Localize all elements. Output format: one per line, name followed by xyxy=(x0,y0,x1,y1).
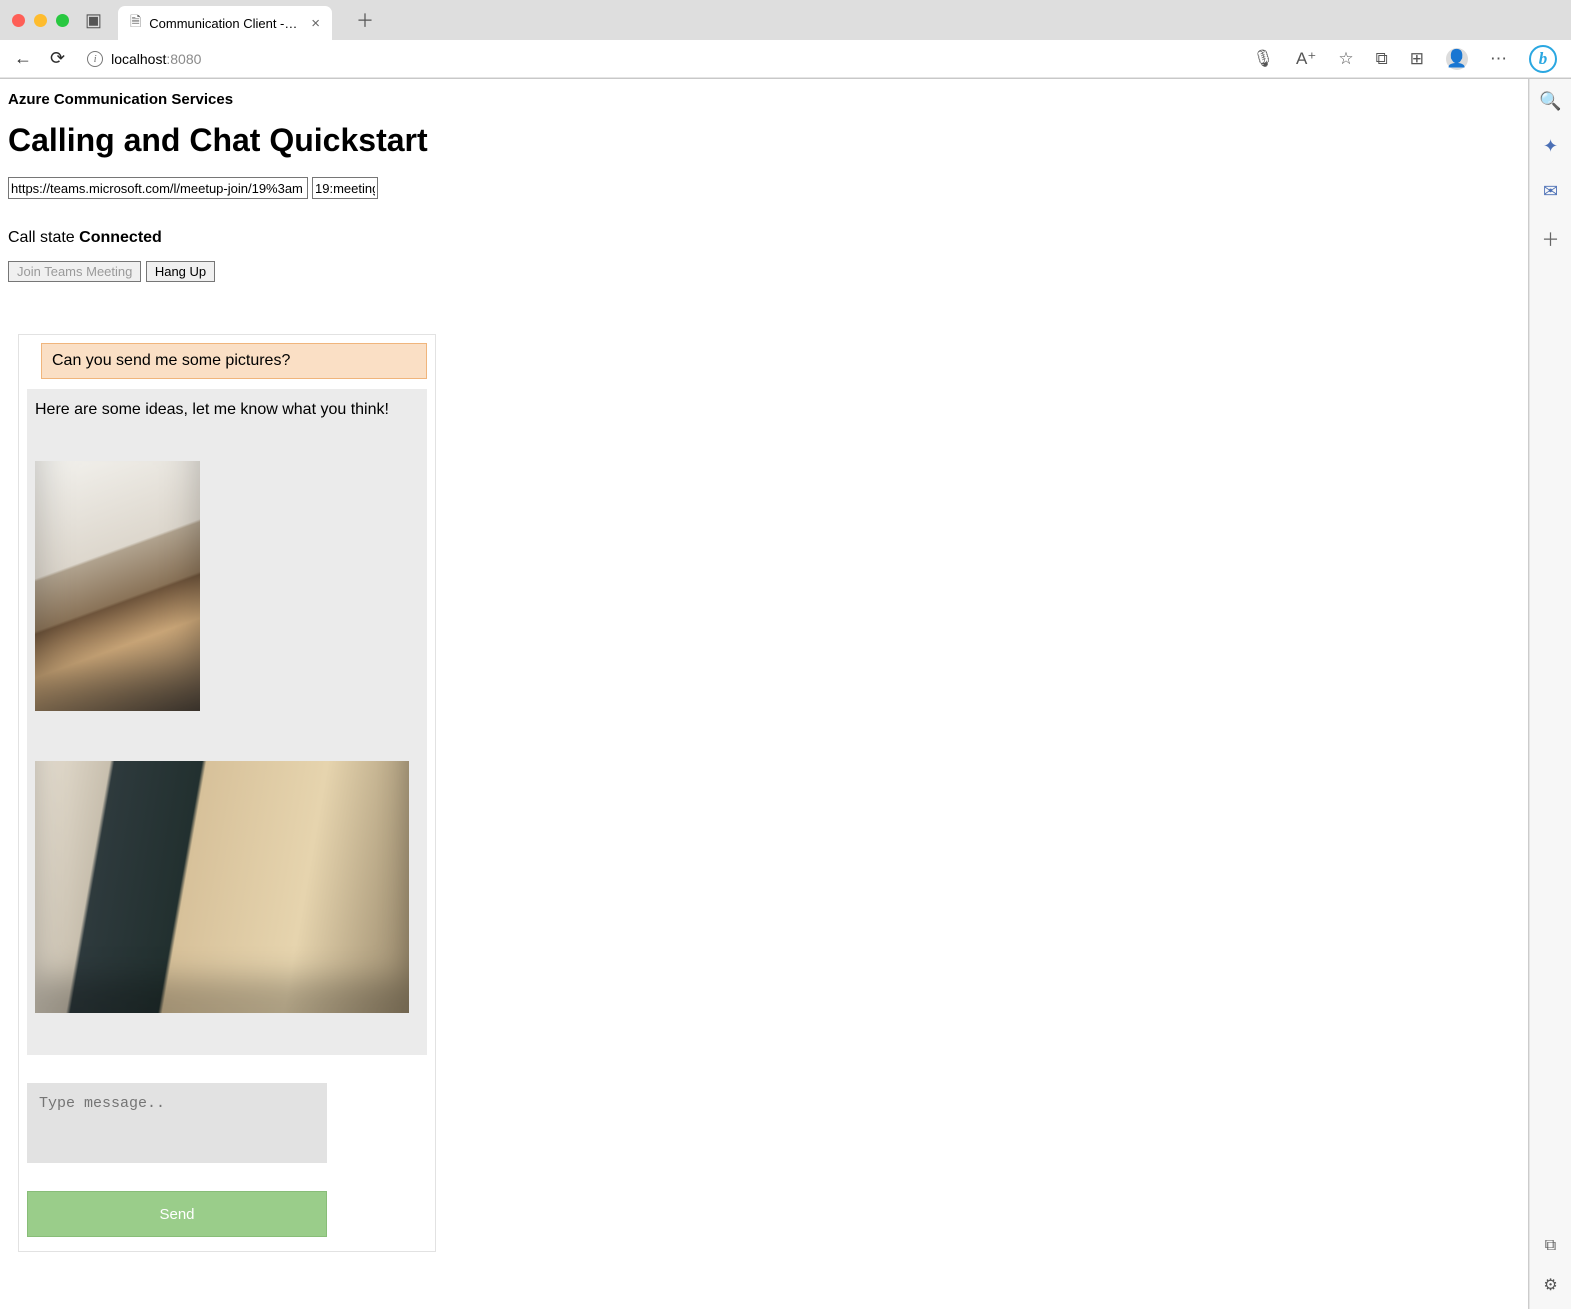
join-meeting-button: Join Teams Meeting xyxy=(8,261,141,282)
chat-send-button[interactable]: Send xyxy=(27,1191,327,1237)
tab-close-button[interactable]: × xyxy=(311,15,320,32)
sidebar-toggle-icon[interactable]: ▣ xyxy=(85,10,102,31)
call-buttons: Join Teams Meeting Hang Up xyxy=(8,261,1520,282)
window-close-button[interactable] xyxy=(12,14,25,27)
outlook-icon[interactable]: ✉︎ xyxy=(1543,181,1558,202)
url-host: localhost xyxy=(111,51,166,67)
window-maximize-button[interactable] xyxy=(56,14,69,27)
chat-message-self: Here are some ideas, let me know what yo… xyxy=(27,389,427,1055)
window-controls xyxy=(12,14,69,27)
reload-button[interactable]: ⟳ xyxy=(50,48,65,69)
extensions-icon[interactable]: ⊞ xyxy=(1410,49,1424,69)
url-field[interactable]: i localhost:8080 xyxy=(83,44,1234,74)
edge-sidebar: 🔍 ✦ ✉︎ ＋ ⧉ ⚙ xyxy=(1529,79,1571,1309)
favorite-icon[interactable]: ☆ xyxy=(1338,49,1353,69)
viewport: Azure Communication Services Calling and… xyxy=(0,79,1571,1309)
chat-compose-input[interactable] xyxy=(27,1083,327,1163)
browser-tab-active[interactable]: 🗎 Communication Client - Calling × xyxy=(118,6,332,40)
new-tab-button[interactable]: ＋ xyxy=(356,7,374,33)
meeting-id-input[interactable] xyxy=(312,177,378,199)
site-info-icon[interactable]: i xyxy=(87,51,103,67)
page-icon: 🗎 xyxy=(130,11,141,35)
page-content: Azure Communication Services Calling and… xyxy=(0,79,1529,1309)
more-menu-icon[interactable]: ⋯ xyxy=(1490,49,1507,69)
back-button[interactable]: ← xyxy=(14,48,32,69)
tab-title: Communication Client - Calling xyxy=(149,16,299,31)
add-sidebar-app-button[interactable]: ＋ xyxy=(1542,226,1560,252)
chat-attachment-image-2[interactable] xyxy=(35,761,409,1013)
sidebar-collapse-icon[interactable]: ⧉ xyxy=(1545,1237,1556,1255)
window-titlebar: ▣ 🗎 Communication Client - Calling × ＋ xyxy=(0,0,1571,40)
url-port: :8080 xyxy=(166,51,201,67)
bing-sidebar-button[interactable]: b xyxy=(1529,45,1557,73)
chat-panel: Can you send me some pictures? Here are … xyxy=(18,334,436,1252)
window-minimize-button[interactable] xyxy=(34,14,47,27)
chat-attachment-image-1[interactable] xyxy=(35,461,200,711)
meeting-inputs xyxy=(8,177,1520,199)
toolbar-actions: 🎙︎ A⁺ ☆ ⧉ ⊞ 👤 ⋯ b xyxy=(1252,45,1557,73)
call-state: Call state Connected xyxy=(8,229,1520,247)
read-aloud-icon[interactable]: A⁺ xyxy=(1296,49,1316,69)
mic-icon[interactable]: 🎙︎ xyxy=(1252,49,1274,69)
page-title: Calling and Chat Quickstart xyxy=(8,122,1520,159)
microsoft365-icon[interactable]: ✦ xyxy=(1543,136,1558,157)
chat-message-self-text: Here are some ideas, let me know what yo… xyxy=(35,401,419,419)
browser-chrome: ▣ 🗎 Communication Client - Calling × ＋ ←… xyxy=(0,0,1571,79)
settings-icon[interactable]: ⚙ xyxy=(1543,1275,1557,1295)
meeting-link-input[interactable] xyxy=(8,177,308,199)
service-name: Azure Communication Services xyxy=(8,91,1520,108)
hangup-button[interactable]: Hang Up xyxy=(146,261,215,282)
call-state-label: Call state xyxy=(8,229,79,246)
address-bar: ← ⟳ i localhost:8080 🎙︎ A⁺ ☆ ⧉ ⊞ 👤 ⋯ b xyxy=(0,40,1571,78)
chat-message-peer: Can you send me some pictures? xyxy=(41,343,427,379)
call-state-value: Connected xyxy=(79,229,162,246)
collections-icon[interactable]: ⧉ xyxy=(1376,49,1388,69)
profile-avatar[interactable]: 👤 xyxy=(1446,48,1468,70)
search-icon[interactable]: 🔍 xyxy=(1539,91,1561,112)
